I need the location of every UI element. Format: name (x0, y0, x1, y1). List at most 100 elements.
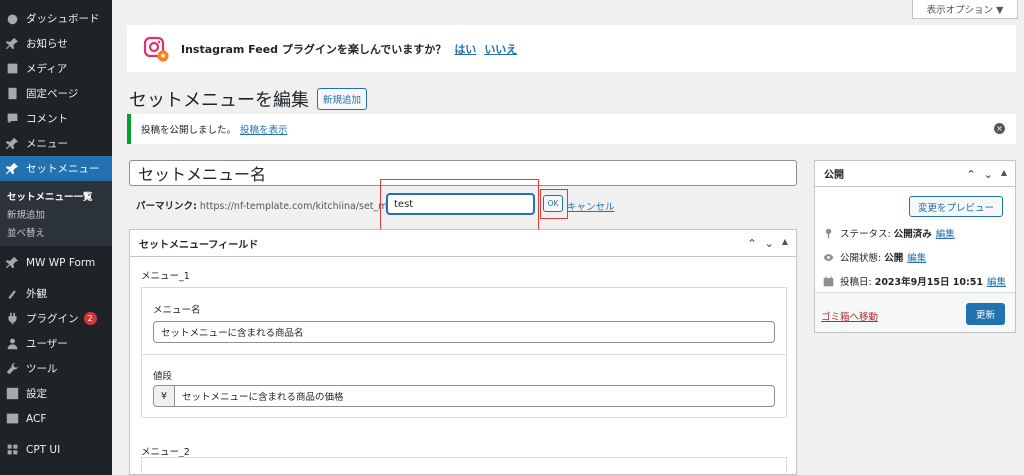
submenu-item-list[interactable]: セットメニュー一覧 (0, 186, 112, 204)
menu-name-label: メニュー名 (153, 305, 201, 316)
price-input[interactable]: ¥ セットメニューに含まれる商品の価格 (153, 385, 775, 407)
visibility-edit-link[interactable]: 編集 (907, 250, 926, 264)
dismiss-notice-icon[interactable]: × (994, 123, 1005, 134)
sidebar-item-label: ユーザー (26, 338, 68, 350)
status-label: ステータス: (840, 229, 891, 240)
add-new-button[interactable]: 新規追加 (317, 88, 368, 110)
move-up-icon[interactable]: ⌃ (747, 237, 756, 250)
instagram-feed-notice: Instagram Feed プラグインを楽しんでいますか？ はい いいえ (127, 25, 1016, 72)
yen-prefix: ¥ (154, 386, 175, 406)
appearance-icon (5, 287, 19, 301)
dashboard-icon (5, 12, 19, 26)
toggle-panel-icon[interactable]: ▲ (782, 237, 788, 250)
visibility-value: 公開 (884, 253, 904, 264)
calendar-icon (822, 275, 834, 287)
fields-box-title: セットメニューフィールド (139, 239, 259, 251)
sidebar-item-label: ツール (26, 363, 58, 375)
cptui-icon (5, 443, 19, 457)
preview-changes-button[interactable]: 変更をプレビュー (908, 196, 1003, 217)
status-row: ステータス: 公開済み 編集 (822, 226, 955, 240)
sidebar-item-users[interactable]: ユーザー (0, 331, 112, 356)
move-to-trash-link[interactable]: ゴミ箱へ移動 (821, 309, 878, 323)
notice-no-link[interactable]: いいえ (484, 41, 517, 57)
sidebar-item-label: メディア (26, 63, 68, 75)
sidebar-item-label: プラグイン (26, 313, 79, 325)
permalink-label: パーマリンク: (136, 201, 197, 212)
view-post-link[interactable]: 投稿を表示 (240, 122, 288, 136)
pin-icon (5, 256, 19, 270)
toggle-panel-icon[interactable]: ▲ (1001, 168, 1007, 181)
date-value: 2023年9月15日 10:51 (874, 277, 984, 288)
sidebar-item-menu[interactable]: メニュー (0, 131, 112, 156)
eye-icon (822, 251, 834, 263)
slug-cancel-link[interactable]: キャンセル (567, 199, 615, 213)
acf-icon (5, 412, 19, 426)
sidebar-item-settings[interactable]: 設定 (0, 381, 112, 406)
sidebar-item-plugins[interactable]: プラグイン 2 (0, 306, 112, 331)
published-notice-text: 投稿を公開しました。 (141, 125, 237, 136)
pin-icon (5, 37, 19, 51)
move-down-icon[interactable]: ⌄ (984, 168, 993, 181)
screen-options-toggle[interactable]: 表示オプション ▼ (912, 0, 1018, 19)
sidebar-submenu: セットメニュー一覧 新規追加 並べ替え (0, 181, 112, 246)
submenu-item-reorder[interactable]: 並べ替え (0, 222, 112, 240)
visibility-row: 公開状態: 公開 編集 (822, 250, 926, 264)
publish-box-title: 公開 (824, 170, 844, 181)
pin-icon (5, 137, 19, 151)
sidebar-item-media[interactable]: メディア (0, 56, 112, 81)
wrench-icon (5, 362, 19, 376)
sidebar-item-cpt-ui[interactable]: CPT UI (0, 437, 112, 462)
sidebar-item-mw-wp-form[interactable]: MW WP Form (0, 250, 112, 275)
date-edit-link[interactable]: 編集 (987, 274, 1006, 288)
plugin-update-badge: 2 (83, 312, 97, 325)
publish-box-footer: ゴミ箱へ移動 更新 (815, 292, 1015, 332)
page-icon (5, 87, 19, 101)
sidebar-item-pages[interactable]: 固定ページ (0, 81, 112, 106)
sidebar-item-label: メニュー (26, 138, 68, 150)
admin-sidebar: ダッシュボード お知らせ メディア 固定ページ コメント メニュー セットメニュ… (0, 0, 112, 475)
move-up-icon[interactable]: ⌃ (966, 168, 975, 181)
sidebar-item-comments[interactable]: コメント (0, 106, 112, 131)
sidebar-item-news[interactable]: お知らせ (0, 31, 112, 56)
date-row: 投稿日: 2023年9月15日 10:51 編集 (822, 274, 1006, 288)
sidebar-item-label: 設定 (26, 388, 47, 400)
notice-text: Instagram Feed プラグインを楽しんでいますか？ (181, 42, 447, 56)
visibility-label: 公開状態: (840, 253, 882, 264)
sidebar-item-label: 外観 (26, 288, 47, 300)
update-button[interactable]: 更新 (966, 303, 1005, 325)
move-down-icon[interactable]: ⌄ (765, 237, 774, 250)
sidebar-item-acf[interactable]: ACF (0, 406, 112, 431)
comment-icon (5, 112, 19, 126)
publish-box: 公開 ⌃ ⌄ ▲ 変更をプレビュー ステータス: 公開済み 編集 公開状態: 公… (814, 160, 1016, 333)
sidebar-item-appearance[interactable]: 外観 (0, 281, 112, 306)
published-notice: 投稿を公開しました。 投稿を表示 × (127, 114, 1016, 144)
page-title-row: セットメニューを編集 新規追加 (129, 86, 368, 112)
publish-box-header: 公開 ⌃ ⌄ ▲ (815, 161, 1015, 187)
sidebar-item-tools[interactable]: ツール (0, 356, 112, 381)
settings-icon (5, 387, 19, 401)
permalink-row: パーマリンク: https://nf-template.com/kitchiin… (136, 198, 409, 212)
slug-ok-button[interactable]: OK (543, 195, 563, 212)
group2-box (141, 457, 787, 475)
price-label: 値段 (153, 371, 173, 382)
menu-name-input[interactable]: セットメニューに含まれる商品名 (153, 321, 775, 343)
date-label: 投稿日: (840, 277, 872, 288)
pin-icon (5, 162, 19, 176)
group1-box: メニュー名 セットメニューに含まれる商品名 値段 ¥ セットメニューに含まれる商… (141, 287, 787, 418)
status-edit-link[interactable]: 編集 (936, 226, 955, 240)
permalink-base-url: https://nf-template.com/kitchiina/set_me… (199, 201, 409, 212)
submenu-item-add-new[interactable]: 新規追加 (0, 204, 112, 222)
notice-yes-link[interactable]: はい (454, 41, 476, 57)
group2-label: メニュー_2 (141, 447, 190, 458)
instagram-logo-icon (143, 36, 169, 62)
plugin-icon (5, 312, 19, 326)
sidebar-item-label: MW WP Form (26, 256, 96, 269)
status-value: 公開済み (893, 229, 932, 240)
user-icon (5, 337, 19, 351)
sidebar-item-dashboard[interactable]: ダッシュボード (0, 6, 112, 31)
media-icon (5, 62, 19, 76)
field-divider (142, 354, 786, 355)
sidebar-item-set-menu[interactable]: セットメニュー (0, 156, 112, 181)
sidebar-item-label: セットメニュー (26, 163, 100, 175)
slug-input[interactable]: test (386, 193, 535, 215)
